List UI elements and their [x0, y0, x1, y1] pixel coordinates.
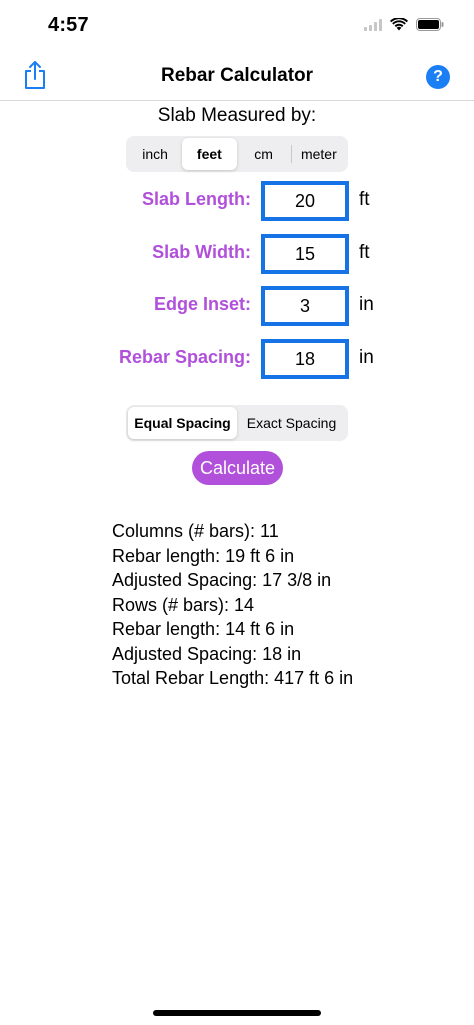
- slab-width-input[interactable]: [261, 234, 349, 274]
- wifi-icon: [390, 18, 408, 31]
- spacing-mode-segmented-control: Equal Spacing Exact Spacing: [126, 405, 348, 441]
- unit-option-cm[interactable]: cm: [237, 138, 291, 170]
- status-time: 4:57: [48, 14, 89, 36]
- edge-inset-unit: in: [359, 294, 374, 315]
- cellular-signal-icon: [364, 18, 382, 31]
- nav-title: Rebar Calculator: [160, 65, 314, 86]
- result-row-adjusted-spacing: Adjusted Spacing: 18 in: [112, 643, 302, 664]
- rebar-spacing-row: Rebar Spacing: in: [0, 339, 474, 379]
- unit-option-inch[interactable]: inch: [128, 138, 182, 170]
- result-total-rebar-length: Total Rebar Length: 417 ft 6 in: [112, 668, 354, 688]
- result-rows: Rows (# bars): 14: [112, 594, 255, 615]
- battery-icon: [416, 18, 444, 31]
- unit-option-meter[interactable]: meter: [292, 138, 346, 170]
- home-indicator: [153, 1010, 321, 1016]
- edge-inset-label: Edge Inset:: [153, 294, 251, 314]
- slab-length-row: Slab Length: ft: [0, 181, 474, 221]
- slab-width-unit: ft: [359, 242, 370, 263]
- result-column-rebar-length: Rebar length: 19 ft 6 in: [112, 545, 295, 566]
- rebar-spacing-label: Rebar Spacing:: [118, 347, 251, 367]
- result-columns: Columns (# bars): 11: [112, 521, 279, 541]
- equal-spacing-option[interactable]: Equal Spacing: [128, 407, 237, 439]
- measured-by-label: Slab Measured by:: [157, 105, 317, 126]
- slab-length-unit: ft: [359, 189, 370, 210]
- result-row-rebar-length: Rebar length: 14 ft 6 in: [112, 619, 295, 639]
- status-icons: [364, 18, 444, 31]
- slab-length-label: Slab Length:: [142, 189, 251, 209]
- slab-width-label: Slab Width:: [152, 242, 251, 262]
- slab-length-input[interactable]: [261, 181, 349, 221]
- exact-spacing-option[interactable]: Exact Spacing: [237, 407, 346, 439]
- help-button[interactable]: ?: [426, 65, 450, 89]
- slab-width-row: Slab Width: ft: [0, 234, 474, 274]
- edge-inset-row: Edge Inset: in: [0, 286, 474, 326]
- nav-bar: Rebar Calculator ?: [0, 52, 474, 101]
- status-bar: 4:57: [0, 0, 474, 50]
- rebar-spacing-input[interactable]: [261, 339, 349, 379]
- edge-inset-input[interactable]: [261, 286, 349, 326]
- calculate-button[interactable]: Calculate: [192, 451, 283, 485]
- rebar-spacing-unit: in: [359, 347, 374, 368]
- unit-segmented-control: inch feet cm meter: [126, 136, 348, 172]
- result-column-adjusted-spacing: Adjusted Spacing: 17 3/8 in: [112, 570, 332, 590]
- unit-option-feet[interactable]: feet: [182, 138, 237, 170]
- results-block: Columns (# bars): 11 Rebar length: 19 ft…: [112, 519, 353, 691]
